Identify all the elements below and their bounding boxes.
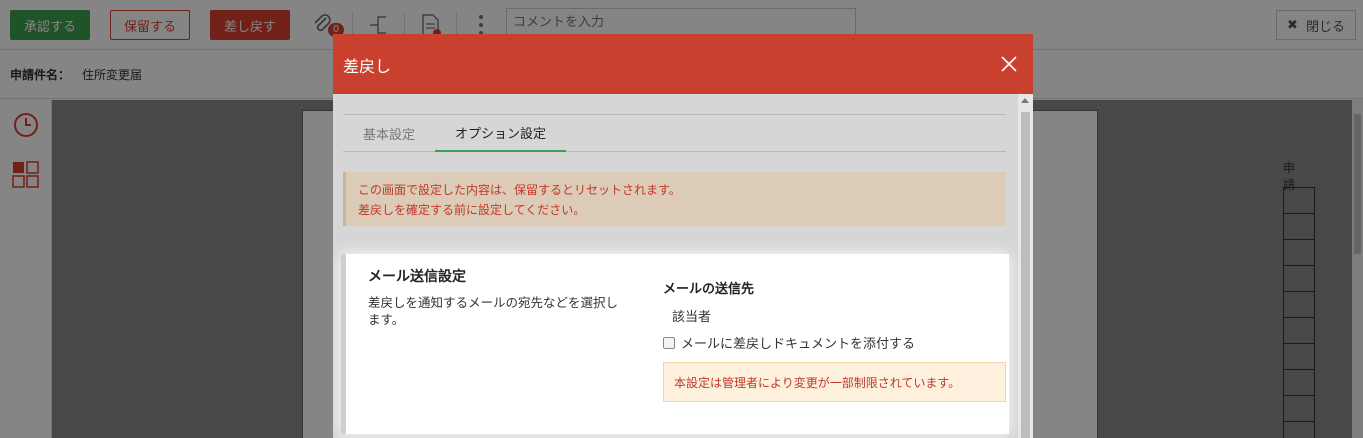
attach-document-checkbox[interactable]: [663, 336, 675, 349]
mail-settings-description: 差戻しを通知するメールの宛先などを選択します。: [368, 295, 619, 327]
notice-line-1: この画面で設定した内容は、保留するとリセットされます。: [358, 183, 681, 197]
return-dialog: 差戻し 基本設定 オプション設定 この画面で設定した内容は、保留するとリセットさ…: [333, 34, 1033, 438]
dialog-header: 差戻し: [333, 34, 1033, 94]
tab-basic-settings[interactable]: 基本設定: [343, 115, 435, 152]
mail-settings-title: メール送信設定: [368, 269, 466, 285]
dialog-scrollbar[interactable]: [1018, 94, 1033, 438]
dialog-tabs: 基本設定 オプション設定: [343, 114, 1006, 152]
scroll-up-arrow-icon[interactable]: [1021, 98, 1029, 103]
attach-document-label: メールに差戻しドキュメントを添付する: [681, 337, 916, 352]
mail-settings-card: メール送信設定 差戻しを通知するメールの宛先などを選択します。 メールの送信先 …: [341, 254, 1009, 434]
dialog-close-button[interactable]: [997, 52, 1021, 76]
mail-destination-label: メールの送信先: [663, 282, 755, 297]
dialog-title: 差戻し: [343, 57, 392, 76]
close-icon: [1001, 56, 1017, 72]
mail-destination-value: 該当者: [672, 310, 712, 325]
dialog-body: 基本設定 オプション設定 この画面で設定した内容は、保留するとリセットされます。…: [333, 94, 1018, 438]
tab-option-settings[interactable]: オプション設定: [435, 115, 566, 152]
reset-notice: この画面で設定した内容は、保留するとリセットされます。 差戻しを確定する前に設定…: [343, 172, 1006, 226]
notice-line-2: 差戻しを確定する前に設定してください。: [358, 203, 586, 217]
attach-document-option[interactable]: メールに差戻しドキュメントを添付する: [663, 333, 915, 352]
dialog-scrollbar-thumb[interactable]: [1021, 112, 1030, 438]
restriction-notice: 本設定は管理者により変更が一部制限されています。: [663, 362, 1006, 402]
